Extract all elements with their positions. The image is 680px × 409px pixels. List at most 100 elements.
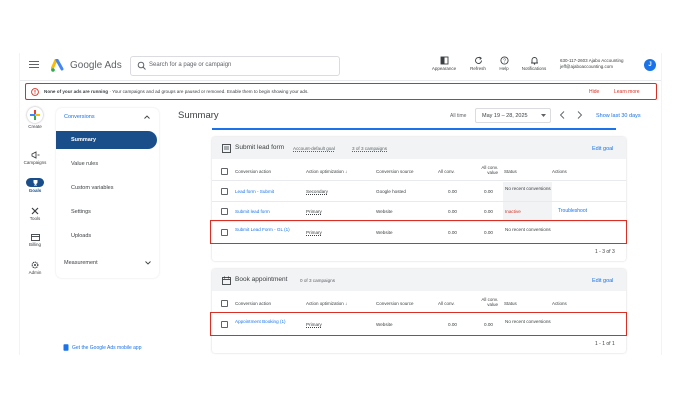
goal-campaigns: 3 of 3 campaigns: [352, 146, 387, 151]
chevron-down-icon[interactable]: [145, 261, 151, 265]
conversions-nav: Conversions Summary Value rules Custom v…: [56, 108, 159, 278]
row-checkbox[interactable]: [221, 208, 228, 215]
edit-goal-button[interactable]: Edit goal: [592, 146, 613, 152]
all-time-label: All time: [450, 113, 467, 119]
conversion-action-link[interactable]: Submit lead form: [235, 209, 270, 214]
rail-campaigns-label: Campaigns: [23, 160, 47, 165]
show-last-30-days-link[interactable]: Show last 30 days: [596, 113, 641, 119]
conv-value: 0.00: [448, 189, 457, 194]
col-action-optimization[interactable]: Action optimization ↓: [306, 169, 347, 174]
avatar[interactable]: J: [644, 59, 656, 71]
highlight-box: [210, 312, 627, 336]
nav-item-settings[interactable]: Settings: [56, 203, 159, 221]
notifications-button[interactable]: Notifications: [516, 56, 552, 71]
row-checkbox[interactable]: [221, 188, 228, 195]
left-rail: Create Campaigns Goals Tools Billing Adm…: [20, 103, 50, 355]
rail-goals[interactable]: Goals: [20, 178, 50, 193]
tools-icon: [31, 207, 39, 215]
highlight-box: [210, 220, 627, 244]
alert-detail: · Your campaigns and ad groups are pause…: [108, 89, 309, 94]
col-optimization-label: Action optimization: [306, 301, 344, 306]
col-status[interactable]: Status: [504, 169, 517, 174]
nav-item-value-rules[interactable]: Value rules: [56, 155, 159, 173]
nav-section-conversions[interactable]: Conversions: [64, 114, 95, 120]
learn-more-link[interactable]: Learn more: [614, 89, 640, 95]
col-conversion-source[interactable]: Conversion source: [376, 301, 414, 306]
menu-icon[interactable]: [29, 61, 39, 69]
edit-goal-button[interactable]: Edit goal: [592, 278, 613, 284]
rail-tools[interactable]: Tools: [20, 207, 50, 221]
search-input[interactable]: Search for a page or campaign: [130, 56, 340, 76]
nav-item-custom-variables[interactable]: Custom variables: [56, 179, 159, 197]
dropdown-arrow-icon: [541, 114, 546, 117]
refresh-icon: [474, 56, 482, 64]
status-cell: [503, 182, 552, 201]
table-row[interactable]: Submit lead form Primary Website 0.00 0.…: [212, 202, 626, 222]
hide-alert-button[interactable]: Hide: [589, 89, 599, 95]
col-all-conv-value[interactable]: All conv. value: [476, 297, 498, 307]
troubleshoot-link[interactable]: Troubleshoot: [558, 209, 587, 214]
trophy-icon: [33, 180, 37, 186]
mobile-app-promo-link[interactable]: Get the Google Ads mobile app: [72, 345, 142, 351]
optimization-value: Primary: [306, 209, 322, 214]
appearance-button[interactable]: Appearance: [426, 56, 462, 71]
select-all-checkbox[interactable]: [221, 300, 228, 307]
google-ads-window: Google Ads Search for a page or campaign…: [19, 53, 662, 355]
col-optimization-label: Action optimization: [306, 169, 344, 174]
top-header: Google Ads Search for a page or campaign…: [20, 53, 661, 81]
col-conversion-action[interactable]: Conversion action: [235, 301, 271, 306]
rail-campaigns[interactable]: Campaigns: [20, 151, 50, 165]
brand-name: Google Ads: [70, 60, 122, 71]
col-all-conv-value[interactable]: All conv. value: [476, 165, 498, 175]
alert-bold: None of your ads are running: [44, 89, 109, 94]
rail-admin[interactable]: Admin: [20, 261, 50, 275]
nav-item-uploads[interactable]: Uploads: [56, 227, 159, 245]
col-action-optimization[interactable]: Action optimization ↓: [306, 301, 347, 306]
page-title: Summary: [178, 110, 219, 121]
chevron-right-icon[interactable]: [577, 111, 583, 119]
col-conversion-action[interactable]: Conversion action: [235, 169, 271, 174]
optimization-value: Secondary: [306, 189, 328, 194]
ads-not-running-alert: None of your ads are running · Your camp…: [25, 83, 657, 100]
alert-message: None of your ads are running · Your camp…: [44, 89, 309, 94]
col-conversion-source[interactable]: Conversion source: [376, 169, 414, 174]
conv-value: 0.00: [448, 209, 457, 214]
goal-campaigns-text: 3 of 3 campaigns: [352, 146, 387, 151]
nav-section-measurement[interactable]: Measurement: [64, 260, 98, 266]
rail-tools-label: Tools: [29, 216, 41, 221]
col-all-conv[interactable]: All conv.: [438, 169, 455, 174]
select-all-checkbox[interactable]: [221, 168, 228, 175]
table-header: Conversion action Action optimization ↓ …: [212, 161, 626, 181]
calendar-icon: [222, 276, 231, 285]
plus-icon: [30, 110, 40, 120]
source-value: Website: [376, 209, 393, 214]
notifications-label: Notifications: [521, 66, 547, 71]
date-range-value: May 19 – 28, 2025: [482, 113, 528, 119]
rail-admin-label: Admin: [28, 270, 42, 275]
account-email: jeff@ajaboaccounting.com: [560, 64, 614, 69]
rail-create-label: Create: [28, 124, 42, 129]
pagination-label: 1 - 3 of 3: [595, 249, 615, 255]
col-actions: Actions: [552, 301, 567, 306]
conv-value-amount: 0.00: [484, 189, 493, 194]
account-info[interactable]: 630-117-2603 Ajabo Accounting jeff@ajabo…: [560, 58, 623, 70]
credit-card-icon: [30, 234, 40, 241]
conversion-action-link[interactable]: Lead form - Submit: [235, 189, 274, 194]
svg-text:?: ?: [503, 58, 506, 64]
chevron-up-icon[interactable]: [144, 115, 150, 119]
rail-billing[interactable]: Billing: [20, 234, 50, 247]
goal-title: Book appointment: [235, 276, 288, 283]
create-button[interactable]: [27, 107, 43, 123]
chevron-left-icon[interactable]: [559, 111, 565, 119]
search-icon: [137, 61, 146, 70]
gear-icon: [31, 261, 39, 269]
status-badge: Inactive: [505, 209, 521, 214]
col-all-conv[interactable]: All conv.: [438, 301, 455, 306]
goal-type: Account-default goal: [293, 146, 335, 151]
col-status[interactable]: Status: [504, 301, 517, 306]
card-header: Book appointment 0 of 3 campaigns Edit g…: [212, 269, 626, 291]
nav-item-summary[interactable]: Summary: [56, 131, 157, 149]
rail-create[interactable]: Create: [20, 107, 50, 129]
date-range-picker[interactable]: May 19 – 28, 2025: [475, 108, 551, 123]
table-row[interactable]: Lead form - Submit Secondary Google host…: [212, 182, 626, 202]
